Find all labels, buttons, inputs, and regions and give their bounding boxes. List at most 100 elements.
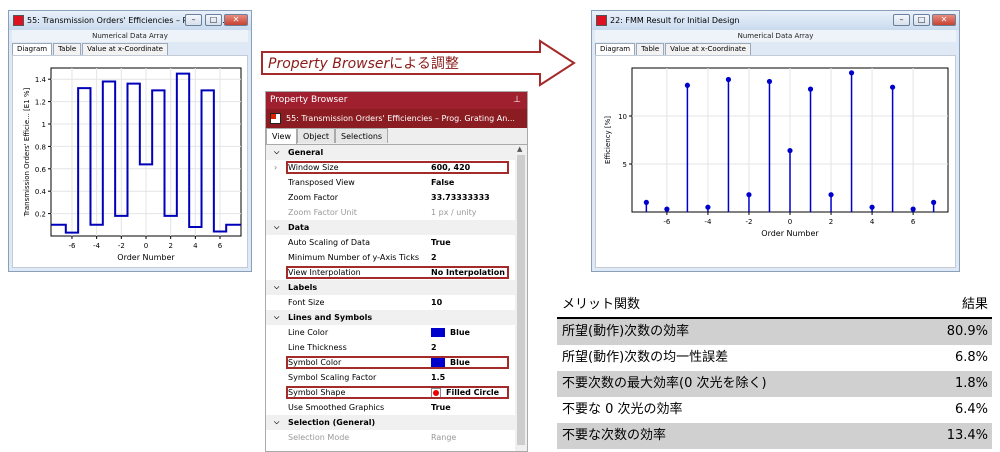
right-window-titlebar[interactable]: 22: FMM Result for Initial Design – □ ✕ <box>592 11 959 30</box>
property-value-text: 2 <box>431 253 437 262</box>
property-category[interactable]: ⌵ General <box>266 145 515 160</box>
result-value-cell: 1.8% <box>954 376 988 391</box>
property-row[interactable]: Selection Mode Range <box>266 430 515 445</box>
data-point <box>746 192 752 198</box>
scrollbar-thumb[interactable] <box>517 155 525 445</box>
left-chart: 0.2 0.4 0.6 0.8 1 1.2 1.4 -6 -4 -2 0 2 4 6 Order Numbe… <box>23 67 242 262</box>
data-point <box>931 199 937 205</box>
property-row[interactable]: Transposed View False <box>266 175 515 190</box>
property-category[interactable]: ⌵ Selection (General) <box>266 415 515 430</box>
scroll-up-icon[interactable]: ▲ <box>517 145 522 153</box>
close-button[interactable]: ✕ <box>224 14 248 26</box>
results-header: メリット関数 結果 <box>557 292 992 319</box>
x-tick-label: 2 <box>829 218 833 226</box>
property-value-text: False <box>431 178 455 187</box>
tab-object[interactable]: Object <box>296 128 336 143</box>
property-value[interactable]: 10 <box>431 295 442 310</box>
maximize-button[interactable]: □ <box>205 14 222 26</box>
property-row[interactable]: Use Smoothed Graphics True <box>266 400 515 415</box>
property-value-text: 33.73333333 <box>431 193 490 202</box>
minimize-button[interactable]: – <box>185 14 202 26</box>
tab-diagram[interactable]: Diagram <box>595 43 636 55</box>
result-value-cell: 13.4% <box>946 428 988 443</box>
property-category[interactable]: ⌵ Lines and Symbols <box>266 310 515 325</box>
property-label: Zoom Factor Unit <box>288 208 357 217</box>
x-tick-label: -6 <box>68 242 76 250</box>
property-value[interactable]: True <box>431 235 451 250</box>
property-row[interactable]: Line Thickness 2 <box>266 340 515 355</box>
collapse-chevron-icon[interactable]: ⌵ <box>274 310 279 325</box>
data-point <box>807 86 814 92</box>
right-diagram-window[interactable]: 22: FMM Result for Initial Design – □ ✕ … <box>591 10 960 272</box>
property-value[interactable]: Range <box>431 430 456 445</box>
left-window-titlebar[interactable]: 55: Transmission Orders' Efficiencies – … <box>9 11 251 30</box>
minimize-button[interactable]: – <box>893 14 910 26</box>
pin-icon[interactable]: ⊥ <box>513 92 521 109</box>
tab-value-at-x[interactable]: Value at x-Coordinate <box>82 43 168 55</box>
property-scrollbar[interactable]: ▲ <box>515 145 527 451</box>
x-tick-label: 0 <box>788 218 792 226</box>
property-value[interactable]: 1 px / unity <box>431 205 476 220</box>
property-label: Font Size <box>288 298 325 307</box>
property-value[interactable]: 1.5 <box>431 370 445 385</box>
collapse-chevron-icon[interactable]: ⌵ <box>274 280 279 295</box>
property-value-text: 10 <box>431 298 443 307</box>
left-diagram-window[interactable]: 55: Transmission Orders' Efficiencies – … <box>8 10 252 272</box>
x-tick-label: 0 <box>144 242 148 250</box>
property-row[interactable]: Symbol Scaling Factor 1.5 <box>266 370 515 385</box>
property-row[interactable]: Zoom Factor 33.73333333 <box>266 190 515 205</box>
tab-selections[interactable]: Selections <box>335 128 389 143</box>
property-object-bar: 55: Transmission Orders' Efficiencies – … <box>266 109 527 128</box>
property-row[interactable]: Zoom Factor Unit 1 px / unity <box>266 205 515 220</box>
property-browser-title: Property Browser <box>270 95 348 105</box>
collapse-chevron-icon[interactable]: ⌵ <box>274 415 279 430</box>
data-point <box>828 192 834 198</box>
results-body: 所望(動作)次数の効率 80.9% 所望(動作)次数の均一性誤差 6.8% 不要次数の最… <box>557 319 992 449</box>
data-point <box>664 206 670 212</box>
tab-table[interactable]: Table <box>53 43 82 55</box>
tab-value-at-x[interactable]: Value at x-Coordinate <box>665 43 751 55</box>
collapse-chevron-icon[interactable]: ⌵ <box>274 220 279 235</box>
property-value-text: 1 px / unity <box>431 208 477 217</box>
property-value-text: Range <box>431 433 457 442</box>
property-row[interactable]: Auto Scaling of Data True <box>266 235 515 250</box>
right-chart: 5 10 -6 -4 -2 0 2 4 6 Order Number Efficiency [%] <box>604 67 949 238</box>
property-row[interactable]: Line Color Blue <box>266 325 515 340</box>
data-point <box>910 206 916 212</box>
result-value-cell: 6.8% <box>954 350 988 365</box>
table-row: 不要な 0 次光の効率 6.4% <box>557 397 992 423</box>
data-point <box>766 78 773 85</box>
property-value-text: True <box>431 238 451 247</box>
property-label: Use Smoothed Graphics <box>288 403 385 412</box>
tab-diagram[interactable]: Diagram <box>12 43 53 55</box>
property-value[interactable]: Blue <box>431 325 470 340</box>
close-button[interactable]: ✕ <box>932 14 956 26</box>
y-tick-label: 1.4 <box>35 76 47 84</box>
tab-table[interactable]: Table <box>636 43 665 55</box>
property-label: Line Color <box>288 328 329 337</box>
y-tick-label: 0.4 <box>35 188 47 196</box>
category-label: Selection (General) <box>288 418 376 427</box>
x-axis-label: Order Number <box>761 229 819 238</box>
data-point <box>787 147 793 154</box>
tab-view[interactable]: View <box>266 128 297 144</box>
right-window-tabs: Diagram Table Value at x-Coordinate <box>595 43 752 55</box>
property-row[interactable]: Font Size 10 <box>266 295 515 310</box>
property-value[interactable]: False <box>431 175 454 190</box>
data-point <box>848 70 855 76</box>
property-row[interactable]: View Interpolation No Interpolation <box>266 265 515 280</box>
property-value[interactable]: True <box>431 400 451 415</box>
highlight-box <box>286 386 509 399</box>
property-value[interactable]: 2 <box>431 250 437 265</box>
collapse-chevron-icon[interactable]: ⌵ <box>274 145 279 160</box>
property-row[interactable]: Minimum Number of y-Axis Ticks 2 <box>266 250 515 265</box>
property-category[interactable]: ⌵ Labels <box>266 280 515 295</box>
property-category[interactable]: ⌵ Data <box>266 220 515 235</box>
property-value[interactable]: 33.73333333 <box>431 190 490 205</box>
property-value[interactable]: 2 <box>431 340 437 355</box>
property-row[interactable]: Symbol Color Blue <box>266 355 515 370</box>
property-row[interactable]: Symbol Shape Filled Circle <box>266 385 515 400</box>
results-table: メリット関数 結果 所望(動作)次数の効率 80.9% 所望(動作)次数の均一性誤差… <box>557 292 992 449</box>
property-row[interactable]: Window Size 600, 420 › <box>266 160 515 175</box>
maximize-button[interactable]: □ <box>913 14 930 26</box>
